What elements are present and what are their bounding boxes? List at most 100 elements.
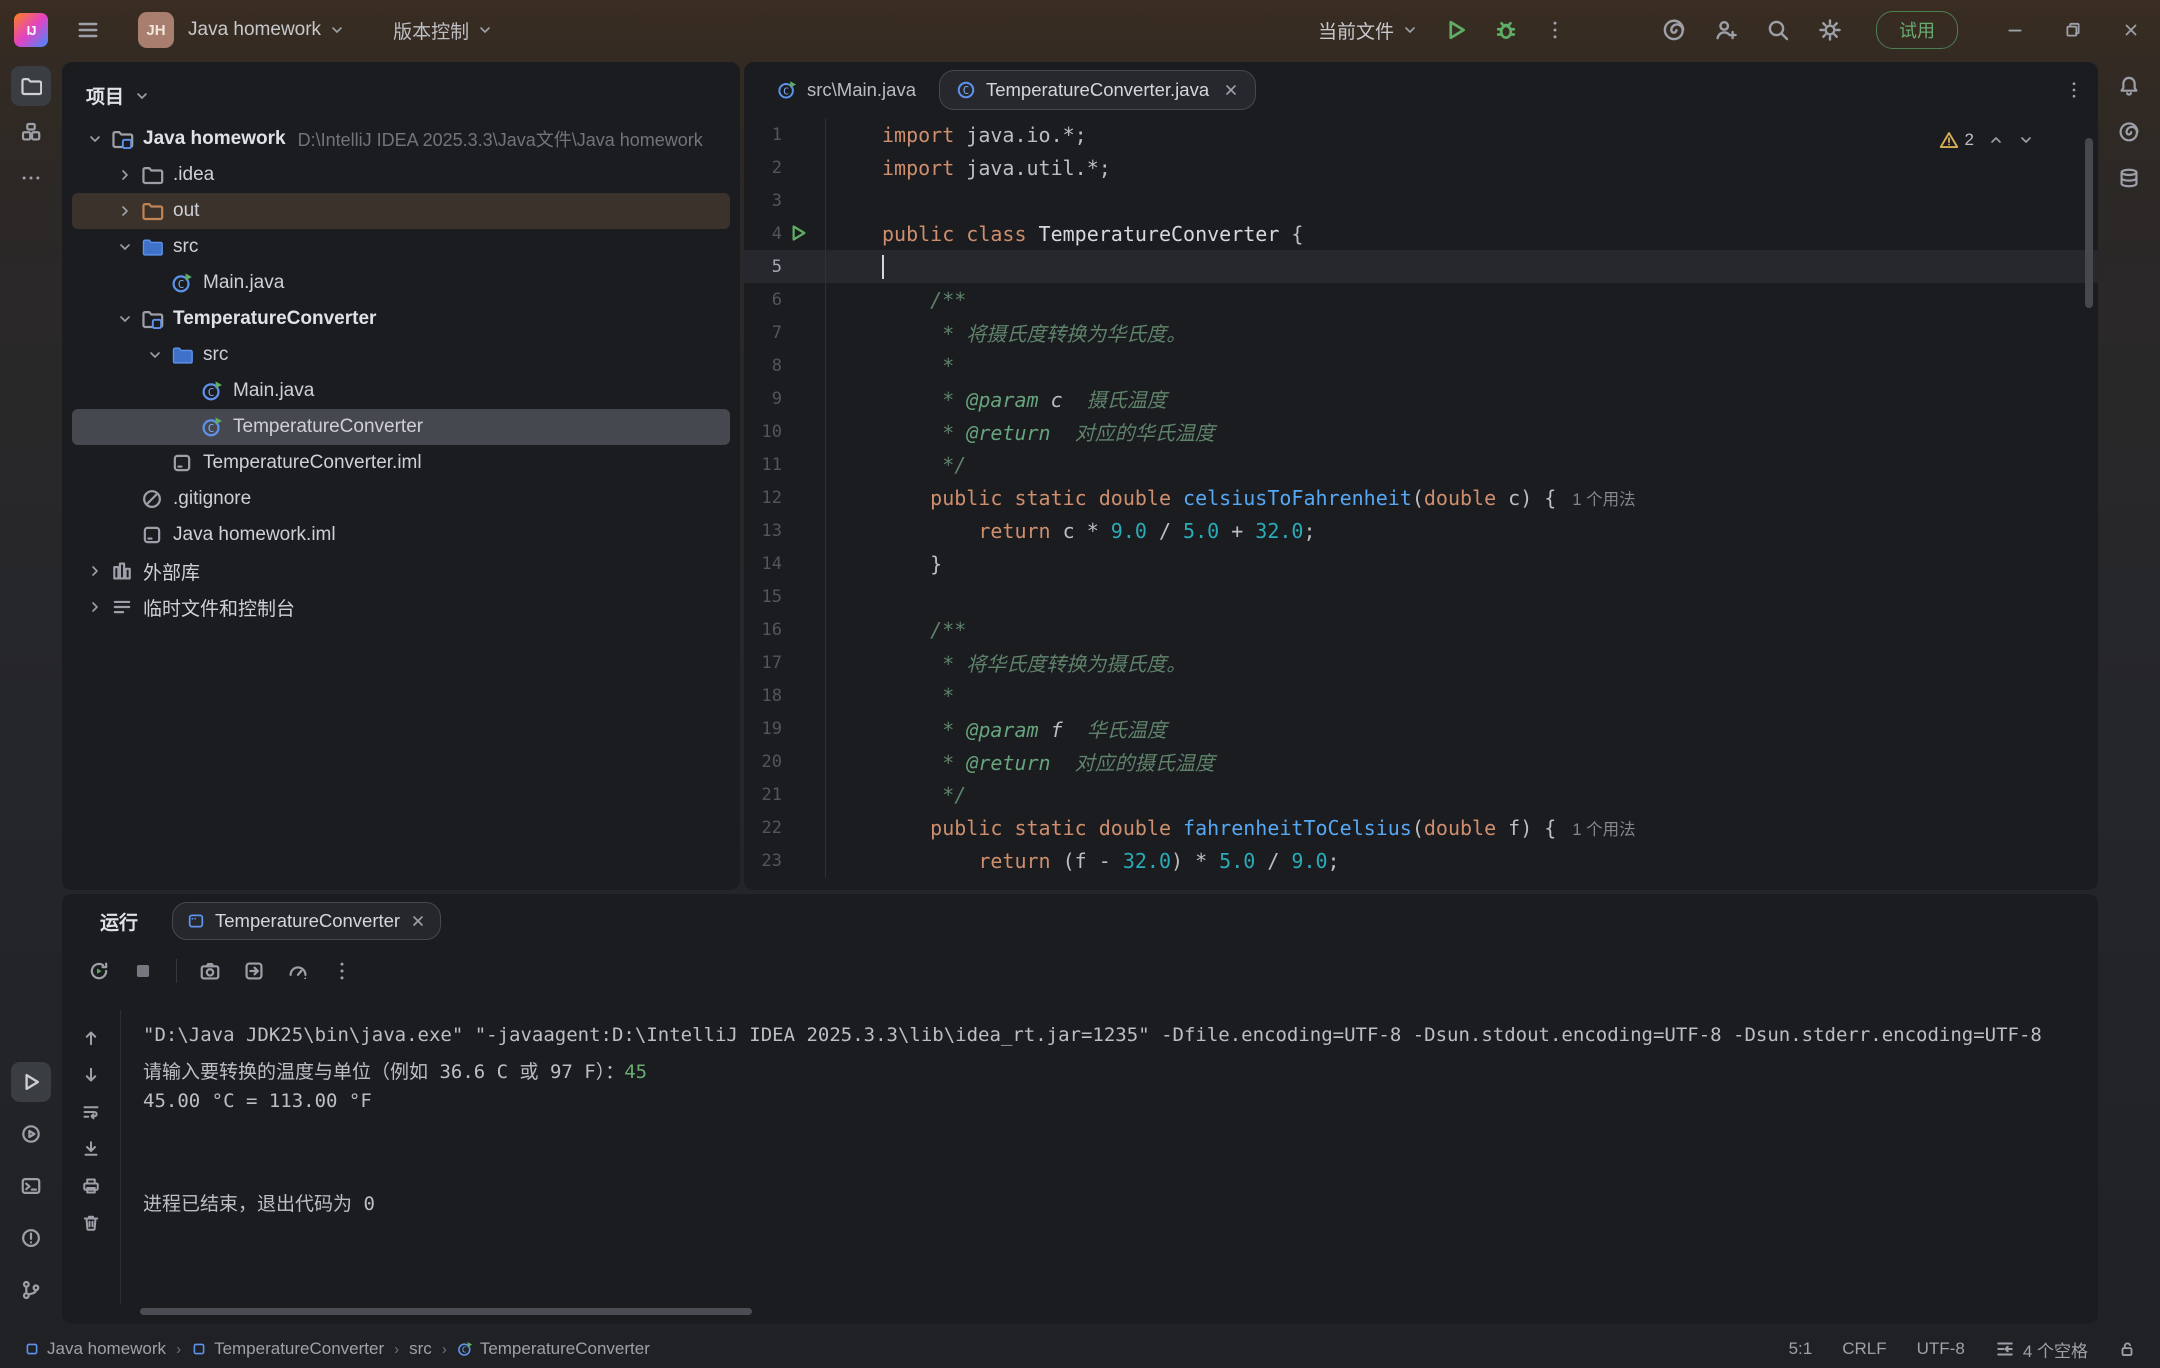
lock-icon[interactable] bbox=[2118, 1340, 2136, 1358]
usage-inlay-hint[interactable]: 1 个用法 bbox=[1572, 816, 1635, 840]
breadcrumb-item[interactable]: Java homework bbox=[24, 1339, 166, 1359]
gutter[interactable]: 1 bbox=[744, 118, 826, 151]
arrow-up-icon[interactable] bbox=[81, 1028, 101, 1048]
trash-icon[interactable] bbox=[81, 1213, 101, 1233]
tree-row[interactable]: .idea bbox=[72, 157, 730, 193]
camera-dump-icon[interactable] bbox=[199, 960, 221, 982]
tool-stripe-project-folder-button[interactable] bbox=[11, 66, 51, 106]
chevron-right-icon[interactable] bbox=[80, 599, 110, 615]
gutter[interactable]: 10 bbox=[744, 415, 826, 448]
line-separator-widget[interactable]: CRLF bbox=[1842, 1339, 1886, 1359]
breadcrumb-item[interactable]: TemperatureConverter bbox=[191, 1339, 384, 1359]
tree-row[interactable]: C Main.java bbox=[72, 265, 730, 301]
chevron-down-icon[interactable] bbox=[110, 311, 140, 327]
gutter[interactable]: 7 bbox=[744, 316, 826, 349]
main-menu-icon[interactable] bbox=[76, 18, 100, 42]
gutter[interactable]: 4 bbox=[744, 217, 826, 250]
gutter[interactable]: 6 bbox=[744, 283, 826, 316]
gutter[interactable]: 15 bbox=[744, 580, 826, 613]
editor-tab[interactable]: C TemperatureConverter.java bbox=[939, 70, 1256, 110]
run-line-icon[interactable] bbox=[788, 223, 808, 243]
gutter[interactable]: 3 bbox=[744, 184, 826, 217]
restore-button[interactable] bbox=[2044, 0, 2102, 60]
gutter[interactable]: 5 bbox=[744, 250, 826, 283]
encoding-widget[interactable]: UTF-8 bbox=[1917, 1339, 1965, 1359]
tree-row[interactable]: TemperatureConverter bbox=[72, 301, 730, 337]
usage-inlay-hint[interactable]: 1 个用法 bbox=[1572, 486, 1635, 510]
gutter[interactable]: 23 bbox=[744, 844, 826, 877]
rerun-icon[interactable] bbox=[88, 960, 110, 982]
project-avatar[interactable]: JH bbox=[138, 12, 174, 48]
tree-row[interactable]: out bbox=[72, 193, 730, 229]
gutter[interactable]: 9 bbox=[744, 382, 826, 415]
tool-stripe-services-button[interactable] bbox=[11, 1114, 51, 1154]
tool-stripe-more-horizontal-button[interactable] bbox=[11, 158, 51, 198]
gutter[interactable]: 14 bbox=[744, 547, 826, 580]
tree-row[interactable]: src bbox=[72, 337, 730, 373]
tree-row[interactable]: src bbox=[72, 229, 730, 265]
editor-scrollbar[interactable] bbox=[2085, 138, 2093, 308]
tool-stripe-terminal-button[interactable] bbox=[11, 1166, 51, 1206]
gutter[interactable]: 22 bbox=[744, 811, 826, 844]
chevron-down-icon[interactable] bbox=[110, 239, 140, 255]
run-button[interactable] bbox=[1444, 18, 1468, 42]
search-icon[interactable] bbox=[1766, 18, 1790, 42]
open-into-icon[interactable] bbox=[243, 960, 265, 982]
gutter[interactable]: 16 bbox=[744, 613, 826, 646]
run-tab[interactable]: TemperatureConverter bbox=[172, 902, 441, 940]
tree-row[interactable]: Java homework D:\IntelliJ IDEA 2025.3.3\… bbox=[72, 121, 730, 157]
chevron-down-icon[interactable] bbox=[140, 347, 170, 363]
gutter[interactable]: 20 bbox=[744, 745, 826, 778]
gutter[interactable]: 17 bbox=[744, 646, 826, 679]
tree-row[interactable]: 临时文件和控制台 bbox=[72, 589, 730, 625]
code-editor[interactable]: 1 import java.io.*; 2 import java.util.*… bbox=[744, 118, 2098, 890]
editor-options-icon[interactable] bbox=[2064, 80, 2084, 100]
tool-stripe-database-button[interactable] bbox=[2109, 158, 2149, 198]
gutter[interactable]: 11 bbox=[744, 448, 826, 481]
breadcrumb-item[interactable]: CTemperatureConverter bbox=[457, 1339, 650, 1359]
gutter[interactable]: 12 bbox=[744, 481, 826, 514]
gutter[interactable]: 19 bbox=[744, 712, 826, 745]
close-icon[interactable] bbox=[410, 913, 426, 929]
caret-position-widget[interactable]: 5:1 bbox=[1789, 1339, 1813, 1359]
chevron-right-icon[interactable] bbox=[80, 563, 110, 579]
scroll-end-icon[interactable] bbox=[81, 1139, 101, 1159]
add-user-icon[interactable] bbox=[1714, 18, 1738, 42]
tree-row[interactable]: Java homework.iml bbox=[72, 517, 730, 553]
arrow-down-icon[interactable] bbox=[81, 1065, 101, 1085]
tree-row[interactable]: 外部库 bbox=[72, 553, 730, 589]
editor-tab[interactable]: C src\Main.java bbox=[760, 70, 933, 110]
close-button[interactable] bbox=[2102, 0, 2160, 60]
settings-gear-icon[interactable] bbox=[1818, 18, 1842, 42]
chevron-right-icon[interactable] bbox=[110, 203, 140, 219]
ai-assistant-icon[interactable] bbox=[1662, 18, 1686, 42]
minimize-button[interactable] bbox=[1986, 0, 2044, 60]
gutter[interactable]: 2 bbox=[744, 151, 826, 184]
breadcrumb-item[interactable]: src bbox=[409, 1339, 432, 1359]
prev-problem-icon[interactable] bbox=[1988, 132, 2004, 148]
kebab-icon[interactable] bbox=[331, 960, 353, 982]
gauge-icon[interactable] bbox=[287, 960, 309, 982]
close-icon[interactable] bbox=[1223, 82, 1239, 98]
tool-stripe-git-branch-button[interactable] bbox=[11, 1270, 51, 1310]
next-problem-icon[interactable] bbox=[2018, 132, 2034, 148]
soft-wrap-icon[interactable] bbox=[81, 1102, 101, 1122]
debug-button[interactable] bbox=[1494, 18, 1518, 42]
inspection-widget[interactable]: 2 bbox=[1939, 130, 2034, 150]
tool-stripe-commit-boxes-button[interactable] bbox=[11, 112, 51, 152]
project-selector[interactable]: Java homework bbox=[188, 19, 345, 41]
printer-icon[interactable] bbox=[81, 1176, 101, 1196]
tree-row[interactable]: C TemperatureConverter bbox=[72, 409, 730, 445]
chevron-right-icon[interactable] bbox=[110, 167, 140, 183]
gutter[interactable]: 18 bbox=[744, 679, 826, 712]
chevron-down-icon[interactable] bbox=[80, 131, 110, 147]
more-run-options-icon[interactable] bbox=[1544, 19, 1566, 41]
gutter[interactable]: 13 bbox=[744, 514, 826, 547]
tool-stripe-ai-assistant-button[interactable] bbox=[2109, 112, 2149, 152]
console-horizontal-scrollbar[interactable] bbox=[140, 1308, 752, 1315]
tree-row[interactable]: .gitignore bbox=[72, 481, 730, 517]
tool-stripe-problems-button[interactable] bbox=[11, 1218, 51, 1258]
trial-badge[interactable]: 试用 bbox=[1876, 11, 1958, 49]
tool-stripe-run-play-button[interactable] bbox=[11, 1062, 51, 1102]
vcs-menu[interactable]: 版本控制 bbox=[393, 17, 493, 44]
